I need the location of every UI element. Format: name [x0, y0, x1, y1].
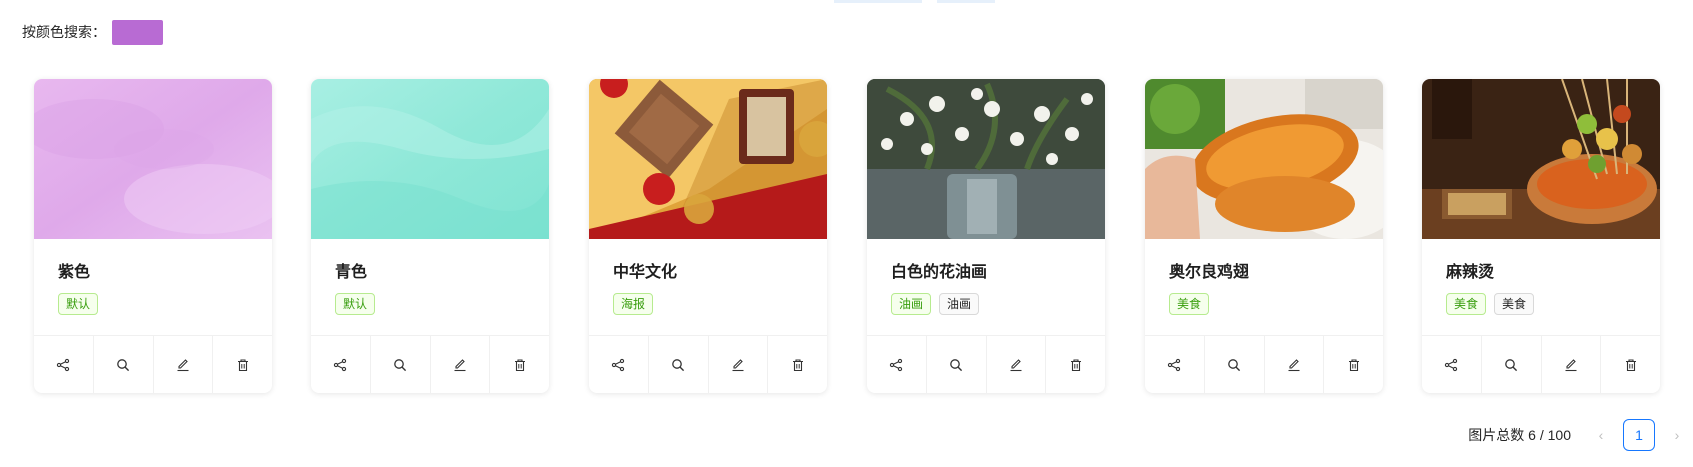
share-button[interactable]: [1145, 336, 1205, 393]
picture-cover-image[interactable]: [589, 79, 827, 239]
card-tag: 海报: [613, 293, 654, 315]
share-icon: [57, 358, 70, 372]
share-button[interactable]: [867, 336, 927, 393]
search-icon: [1228, 359, 1241, 372]
picture-cover-image[interactable]: [34, 79, 272, 239]
search-button[interactable]: [927, 336, 987, 393]
share-icon: [1168, 358, 1181, 372]
search-icon: [950, 359, 963, 372]
page-1-button[interactable]: 1: [1623, 419, 1655, 451]
delete-button[interactable]: [1046, 336, 1105, 393]
card-actions: [34, 335, 272, 393]
search-icon: [394, 359, 407, 372]
share-icon: [1445, 358, 1458, 372]
picture-cover-image[interactable]: [311, 79, 549, 239]
card-title: 青色: [335, 264, 368, 281]
pagination: 图片总数 6 / 100 ‹ 1 ›: [1468, 419, 1693, 451]
delete-icon: [1348, 359, 1359, 372]
edit-icon: [177, 359, 189, 372]
card-actions: [867, 335, 1105, 393]
search-button[interactable]: [371, 336, 431, 393]
edit-icon: [732, 359, 744, 372]
edit-icon: [1288, 359, 1300, 372]
search-button[interactable]: [1482, 336, 1542, 393]
delete-icon: [792, 359, 803, 372]
card-tag: 美食: [1169, 293, 1210, 315]
edit-icon: [1010, 359, 1022, 372]
edit-button[interactable]: [154, 336, 214, 393]
picture-cover-image[interactable]: [867, 79, 1105, 239]
prev-page-button[interactable]: ‹: [1585, 419, 1617, 451]
share-button[interactable]: [1422, 336, 1482, 393]
pagination-total: 图片总数 6 / 100: [1468, 427, 1571, 443]
delete-button[interactable]: [768, 336, 827, 393]
share-icon: [334, 358, 347, 372]
edit-icon: [454, 359, 466, 372]
delete-button[interactable]: [213, 336, 272, 393]
picture-card[interactable]: 紫色 默认: [34, 79, 272, 393]
search-button[interactable]: [649, 336, 709, 393]
card-tag: 油画: [939, 293, 980, 315]
card-tag: 油画: [891, 293, 932, 315]
delete-icon: [1625, 359, 1636, 372]
search-button[interactable]: [1205, 336, 1265, 393]
card-actions: [589, 335, 827, 393]
card-tag: 美食: [1494, 293, 1535, 315]
chevron-right-icon: ›: [1674, 427, 1680, 443]
share-icon: [890, 358, 903, 372]
picture-card[interactable]: 白色的花油画 油画 油画: [867, 79, 1105, 393]
search-icon: [1505, 359, 1518, 372]
share-button[interactable]: [34, 336, 94, 393]
delete-icon: [237, 359, 248, 372]
edit-button[interactable]: [987, 336, 1047, 393]
card-title: 紫色: [58, 264, 91, 281]
edit-button[interactable]: [709, 336, 769, 393]
edit-icon: [1565, 359, 1577, 372]
chevron-left-icon: ‹: [1598, 427, 1604, 443]
picture-card[interactable]: 麻辣烫 美食 美食: [1422, 79, 1660, 393]
card-tag: 默认: [58, 293, 99, 315]
card-title: 麻辣烫: [1446, 264, 1495, 281]
color-picker-swatch[interactable]: [112, 19, 163, 45]
share-button[interactable]: [589, 336, 649, 393]
delete-button[interactable]: [1324, 336, 1383, 393]
edit-button[interactable]: [1542, 336, 1602, 393]
picture-card[interactable]: 中华文化 海报: [589, 79, 827, 393]
delete-button[interactable]: [1601, 336, 1660, 393]
card-tag: 美食: [1446, 293, 1487, 315]
picture-cover-image[interactable]: [1422, 79, 1660, 239]
share-icon: [612, 358, 625, 372]
picture-card[interactable]: 青色 默认: [311, 79, 549, 393]
share-button[interactable]: [311, 336, 371, 393]
top-tab-stub: [834, 0, 922, 3]
card-title: 中华文化: [613, 264, 678, 281]
picture-cover-image[interactable]: [1145, 79, 1383, 239]
delete-icon: [514, 359, 525, 372]
delete-button[interactable]: [490, 336, 549, 393]
card-actions: [1422, 335, 1660, 393]
card-actions: [311, 335, 549, 393]
card-tag: 默认: [335, 293, 376, 315]
search-icon: [117, 359, 130, 372]
color-search-label: 按颜色搜索：: [22, 24, 106, 40]
edit-button[interactable]: [431, 336, 491, 393]
edit-button[interactable]: [1265, 336, 1325, 393]
delete-icon: [1070, 359, 1081, 372]
card-title: 奥尔良鸡翅: [1169, 264, 1250, 281]
color-search-bar: 按颜色搜索：: [22, 19, 163, 45]
top-tab-stub: [937, 0, 995, 3]
next-page-button[interactable]: ›: [1661, 419, 1693, 451]
card-actions: [1145, 335, 1383, 393]
search-icon: [672, 359, 685, 372]
search-button[interactable]: [94, 336, 154, 393]
card-title: 白色的花油画: [891, 264, 988, 281]
picture-card[interactable]: 奥尔良鸡翅 美食: [1145, 79, 1383, 393]
